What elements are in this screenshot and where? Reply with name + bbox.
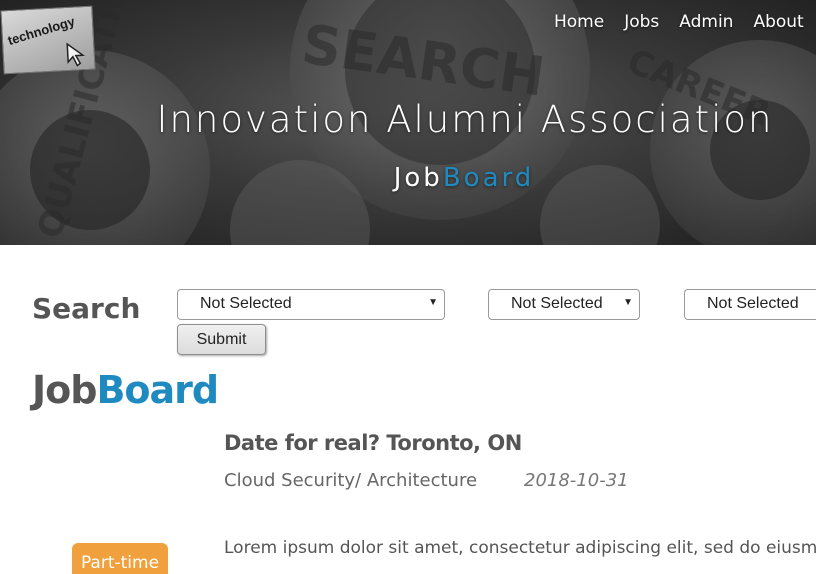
cursor-icon bbox=[66, 42, 86, 67]
search-heading: Search bbox=[32, 292, 141, 325]
nav-admin-link[interactable]: Admin bbox=[679, 12, 733, 32]
submit-button[interactable]: Submit bbox=[177, 324, 266, 355]
filter-select-2[interactable]: Not Selected ▼ bbox=[488, 289, 640, 320]
filter-select-3[interactable]: Not Selected bbox=[684, 289, 816, 320]
dropdown-arrow-icon: ▼ bbox=[623, 297, 633, 308]
job-board-heading-part2: Board bbox=[96, 368, 219, 412]
job-board-heading: JobBoard bbox=[32, 368, 219, 412]
nav-about-link[interactable]: About bbox=[753, 12, 803, 32]
site-subtitle: JobBoard bbox=[0, 163, 816, 193]
site-subtitle-part1: Job bbox=[393, 163, 443, 193]
main-nav: Home Jobs Admin About bbox=[554, 12, 816, 32]
job-type-badge: Part-time bbox=[72, 543, 168, 574]
filter-select-2-value: Not Selected bbox=[511, 295, 603, 312]
filter-select-1-value: Not Selected bbox=[200, 295, 292, 312]
nav-jobs-link[interactable]: Jobs bbox=[624, 12, 659, 32]
job-description: Lorem ipsum dolor sit amet, consectetur … bbox=[224, 538, 816, 558]
site-title: Innovation Alumni Association bbox=[156, 98, 774, 141]
job-title-link[interactable]: Date for real? Toronto, ON bbox=[224, 431, 522, 455]
filter-select-3-value: Not Selected bbox=[707, 295, 799, 312]
dropdown-arrow-icon: ▼ bbox=[428, 297, 438, 308]
nav-home-link[interactable]: Home bbox=[554, 12, 604, 32]
filter-select-1[interactable]: Not Selected ▼ bbox=[177, 289, 445, 320]
job-category: Cloud Security/ Architecture bbox=[224, 470, 478, 491]
hero-banner: SEARCH CAREER QUALIFICATION technology H… bbox=[0, 0, 816, 245]
site-subtitle-part2: Board bbox=[442, 163, 535, 193]
job-date: 2018-10-31 bbox=[524, 470, 629, 491]
job-board-heading-part1: Job bbox=[32, 368, 97, 412]
technology-logo[interactable]: technology bbox=[0, 5, 96, 75]
